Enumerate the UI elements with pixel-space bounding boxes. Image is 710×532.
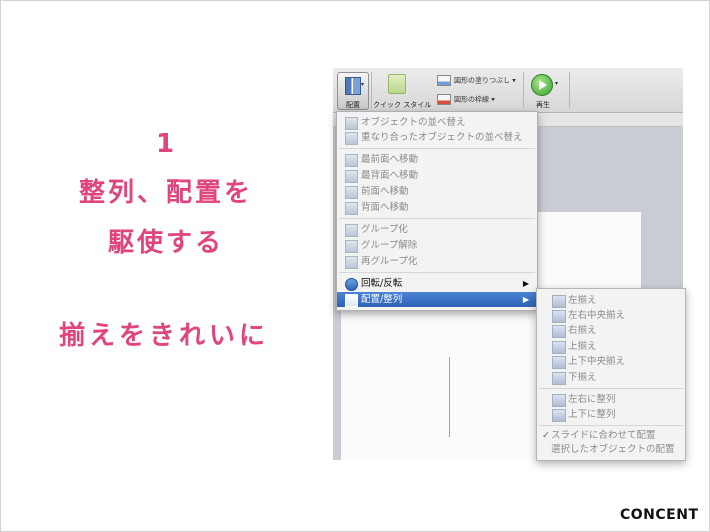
send-backward-icon <box>345 202 358 215</box>
align-middle-icon <box>552 356 566 369</box>
submenu-item-align-top[interactable]: 上揃え <box>537 339 685 354</box>
align-left-icon <box>552 295 566 308</box>
slide-frame: 1 整列、配置を 駆使する 揃えをきれいに CONCENT ▾ 配置 クイック … <box>0 0 710 532</box>
send-to-back-icon <box>345 170 358 183</box>
brand-logo-text: CONCENT <box>620 507 699 523</box>
submenu-item-align-bottom[interactable]: 下揃え <box>537 370 685 385</box>
heading-line-2: 駆使する <box>107 228 224 258</box>
submenu-item-align-to-slide[interactable]: ✓ スライドに合わせて配置 <box>537 428 685 443</box>
ribbon-divider <box>569 72 570 108</box>
menu-divider <box>539 425 683 426</box>
rotate-icon <box>345 278 358 291</box>
slide-number: 1 <box>155 129 175 159</box>
quick-style-icon <box>388 74 406 94</box>
menu-item-send-backward[interactable]: 背面へ移動 <box>337 200 537 215</box>
align-center-icon <box>552 310 566 323</box>
subheading: 揃えをきれいに <box>58 321 269 351</box>
menu-item-align-distribute[interactable]: 配置/整列 ▶ <box>337 292 537 307</box>
heading-line-1: 整列、配置を <box>78 178 253 208</box>
menu-item-send-to-back[interactable]: 最背面へ移動 <box>337 168 537 183</box>
ungroup-icon <box>345 240 358 253</box>
dropdown-arrow-icon[interactable]: ▾ <box>555 80 558 87</box>
menu-item-rotate-flip[interactable]: 回転/反転 ▶ <box>337 276 537 291</box>
ribbon-divider <box>371 72 372 108</box>
menu-item-group[interactable]: グループ化 <box>337 222 537 237</box>
distribute-vertical-icon <box>552 409 566 422</box>
menu-item-bring-forward[interactable]: 前面へ移動 <box>337 184 537 199</box>
align-bottom-icon <box>552 372 566 385</box>
shape-outline-button[interactable]: 図形の枠線 ▾ <box>437 94 495 105</box>
menu-divider <box>339 148 535 149</box>
overlap-icon <box>345 132 358 145</box>
play-button[interactable] <box>531 74 553 96</box>
submenu-item-align-selected[interactable]: 選択したオブジェクトの配置 <box>537 442 685 457</box>
ribbon-divider <box>523 72 524 108</box>
arrange-icon <box>345 77 361 95</box>
shape-fill-button[interactable]: 図形の塗りつぶし ▾ <box>437 75 516 86</box>
align-submenu: 左揃え 左右中央揃え 右揃え 上揃え 上下中央揃え 下揃え 左右に整列 上下に整… <box>536 288 686 461</box>
align-right-icon <box>552 325 566 338</box>
play-label: 再生 <box>536 101 550 109</box>
dropdown-arrow-icon: ▾ <box>361 81 365 88</box>
submenu-item-distribute-vertically[interactable]: 上下に整列 <box>537 407 685 422</box>
arrange-label: 配置 <box>346 101 360 109</box>
shape-fill-label: 図形の塗りつぶし <box>454 76 511 85</box>
shape-outline-label: 図形の枠線 <box>454 95 489 104</box>
alignment-guide <box>449 357 450 437</box>
align-top-icon <box>552 341 566 354</box>
submenu-item-align-left[interactable]: 左揃え <box>537 293 685 308</box>
pen-outline-icon <box>437 94 451 105</box>
reorder-icon <box>345 117 358 130</box>
bring-to-front-icon <box>345 154 358 167</box>
menu-item-regroup[interactable]: 再グループ化 <box>337 254 537 269</box>
menu-divider <box>339 218 535 219</box>
arrange-button[interactable]: ▾ 配置 <box>337 72 369 110</box>
ribbon: ▾ 配置 クイック スタイル 図形の塗りつぶし ▾ 図形の枠線 ▾ ▾ 再生 <box>333 68 683 113</box>
menu-divider <box>539 388 683 389</box>
menu-item-bring-to-front[interactable]: 最前面へ移動 <box>337 152 537 167</box>
bring-forward-icon <box>345 186 358 199</box>
menu-item-ungroup[interactable]: グループ解除 <box>337 238 537 253</box>
submenu-item-align-middle[interactable]: 上下中央揃え <box>537 354 685 369</box>
paint-bucket-icon <box>437 75 451 86</box>
submenu-item-align-center[interactable]: 左右中央揃え <box>537 308 685 323</box>
menu-divider <box>339 272 535 273</box>
quick-style-label: クイック スタイル <box>373 101 432 109</box>
checkmark-icon: ✓ <box>542 430 550 441</box>
align-icon <box>345 294 358 307</box>
play-icon <box>539 80 547 90</box>
submenu-item-align-right[interactable]: 右揃え <box>537 323 685 338</box>
submenu-arrow-icon: ▶ <box>522 279 529 288</box>
menu-item-reorder-objects[interactable]: オブジェクトの並べ替え <box>337 115 537 130</box>
distribute-horizontal-icon <box>552 394 566 407</box>
submenu-arrow-icon: ▶ <box>522 295 529 304</box>
menu-item-reorder-overlapping[interactable]: 重なり合ったオブジェクトの並べ替え <box>337 130 537 145</box>
submenu-item-distribute-horizontally[interactable]: 左右に整列 <box>537 392 685 407</box>
arrange-menu: オブジェクトの並べ替え 重なり合ったオブジェクトの並べ替え 最前面へ移動 最背面… <box>336 111 538 311</box>
regroup-icon <box>345 256 358 269</box>
group-icon <box>345 224 358 237</box>
